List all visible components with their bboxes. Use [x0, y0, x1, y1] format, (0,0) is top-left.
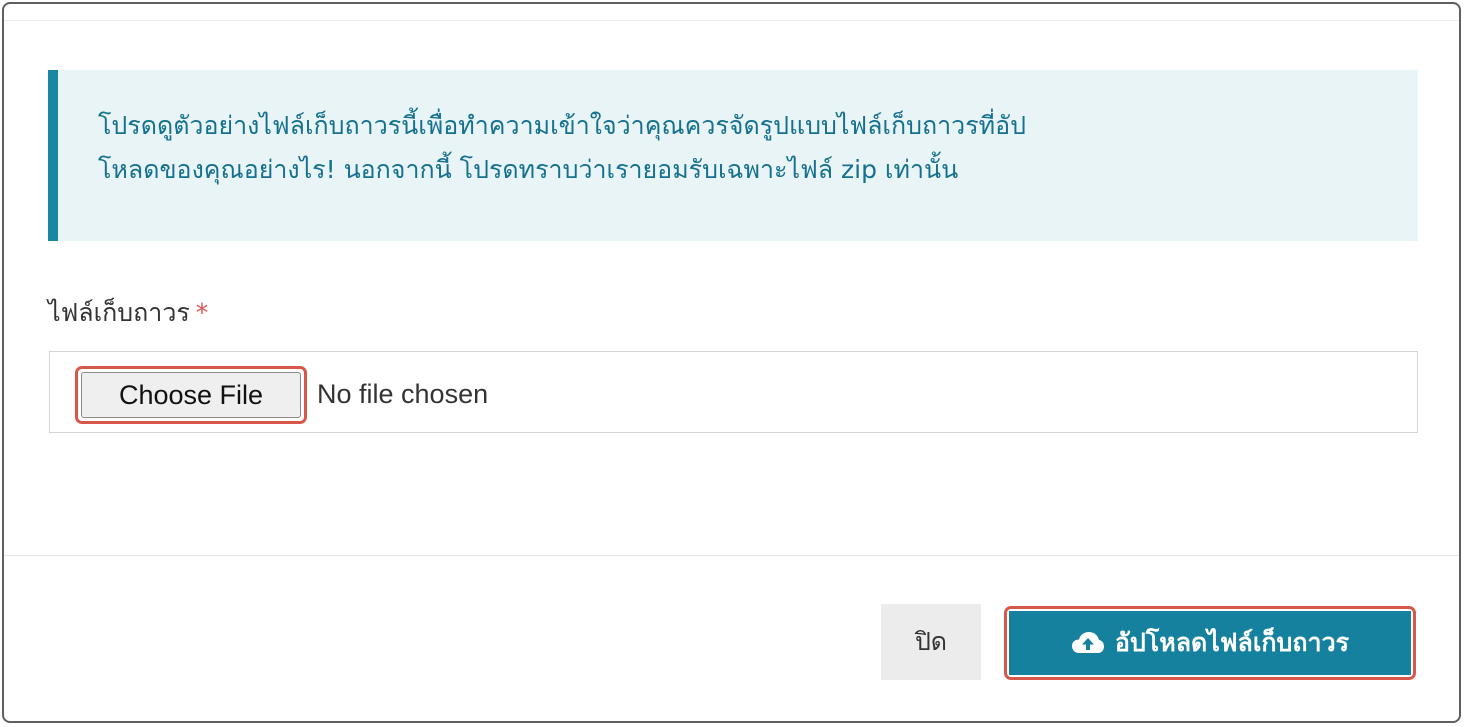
archive-file-input[interactable]: Choose File No file chosen — [49, 351, 1418, 433]
footer-divider — [4, 555, 1459, 556]
close-button[interactable]: ปิด — [881, 604, 981, 680]
no-file-chosen-text: No file chosen — [317, 379, 489, 409]
upload-archive-button[interactable]: อัปโหลดไฟล์เก็บถาวร — [1009, 611, 1411, 675]
cloud-upload-icon — [1071, 631, 1105, 655]
header-divider — [4, 20, 1459, 21]
upload-button-label: อัปโหลดไฟล์เก็บถาวร — [1114, 628, 1350, 657]
info-text-line1: โปรดดูตัวอย่างไฟล์เก็บถาวรนี้เพื่อทำความ… — [98, 111, 1026, 140]
required-marker: * — [195, 298, 209, 327]
info-alert: โปรดดูตัวอย่างไฟล์เก็บถาวรนี้เพื่อทำความ… — [48, 70, 1418, 241]
archive-file-label: ไฟล์เก็บถาวร * — [48, 296, 208, 330]
choose-file-button[interactable]: Choose File — [81, 372, 301, 418]
upload-archive-dialog: โปรดดูตัวอย่างไฟล์เก็บถาวรนี้เพื่อทำความ… — [2, 2, 1461, 723]
choose-file-highlight: Choose File — [75, 366, 307, 424]
info-text-line2: โหลดของคุณอย่างไร! นอกจากนี้ โปรดทราบว่า… — [98, 155, 959, 184]
archive-file-label-text: ไฟล์เก็บถาวร — [48, 298, 190, 327]
upload-button-highlight: อัปโหลดไฟล์เก็บถาวร — [1004, 606, 1416, 680]
